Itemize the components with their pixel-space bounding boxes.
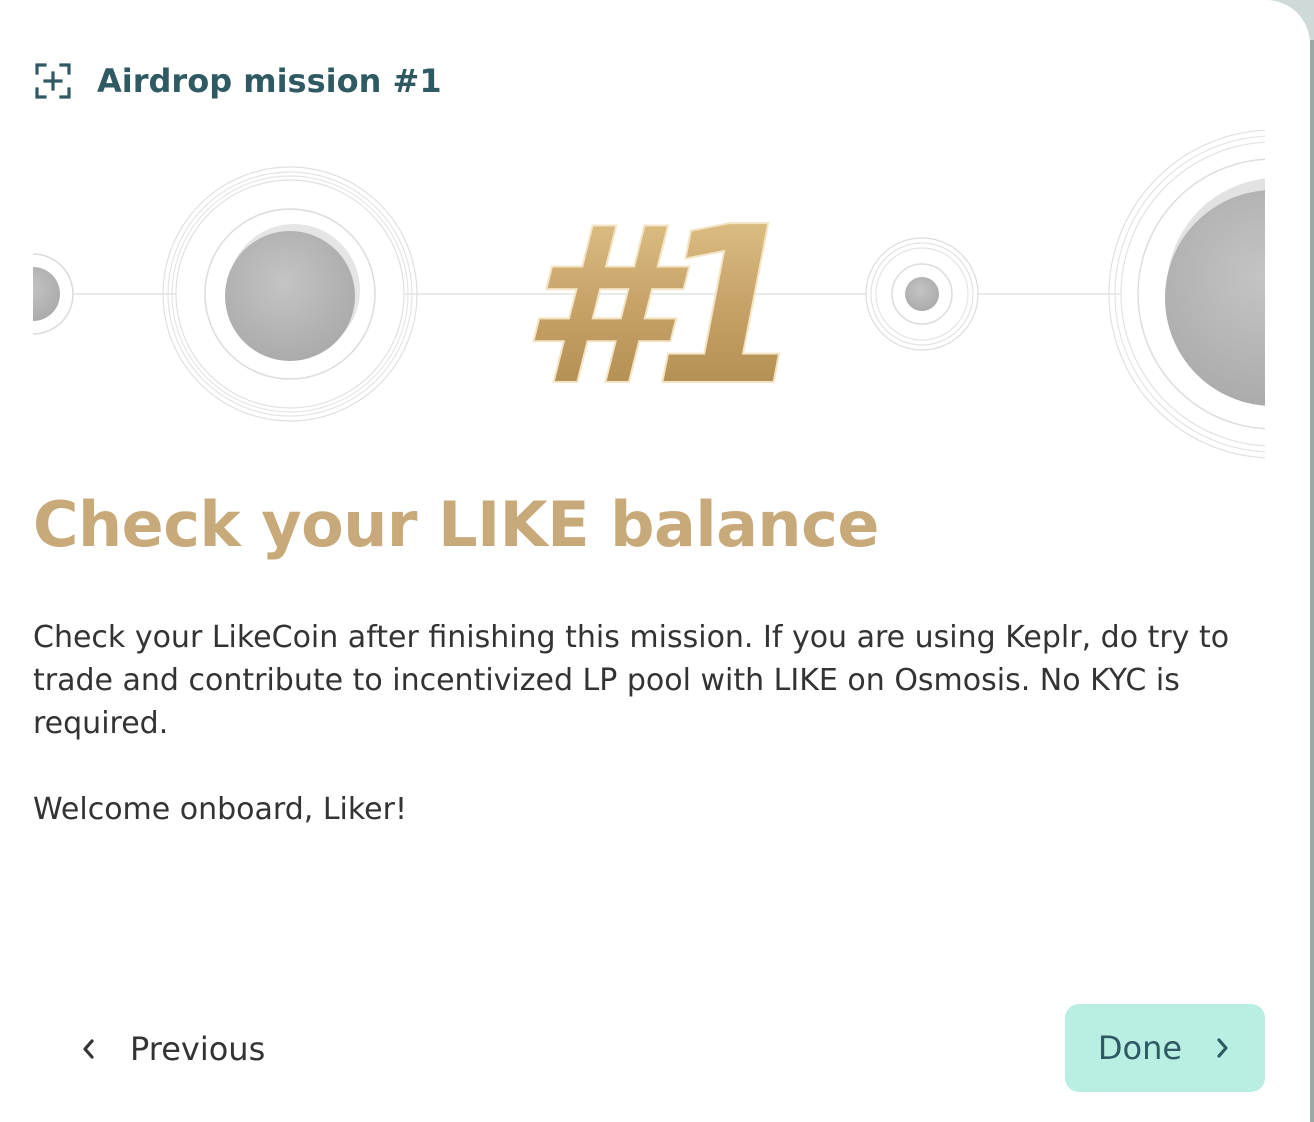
done-button[interactable]: Done [1065,1004,1265,1092]
previous-label: Previous [130,1030,266,1068]
add-scan-icon [33,61,73,101]
mission-banner: #1 [33,130,1265,460]
orbit-left-small [33,253,74,335]
mission-dialog: Airdrop mission #1 #1 Check your LIKE ba… [0,0,1310,1122]
previous-button[interactable]: Previous [60,1016,281,1082]
dialog-edge-shadow [1310,40,1314,1122]
welcome-text: Welcome onboard, Liker! [33,792,408,827]
dialog-header: Airdrop mission #1 [33,58,442,104]
orbit-ball-small [865,237,979,351]
orbit-ball-right [1108,130,1265,459]
mission-heading: Check your LIKE balance [33,488,879,561]
mission-paragraph: Check your LikeCoin after finishing this… [33,620,1230,741]
done-label: Done [1097,1029,1183,1067]
svg-text:#1: #1 [519,181,786,434]
chevron-left-icon [76,1037,100,1061]
dialog-title: Airdrop mission #1 [97,62,442,100]
chevron-right-icon [1212,1036,1232,1060]
mission-description: Check your LikeCoin after finishing this… [33,616,1265,831]
orbit-ball-large [162,166,418,422]
mission-number-badge: #1 [518,180,805,435]
